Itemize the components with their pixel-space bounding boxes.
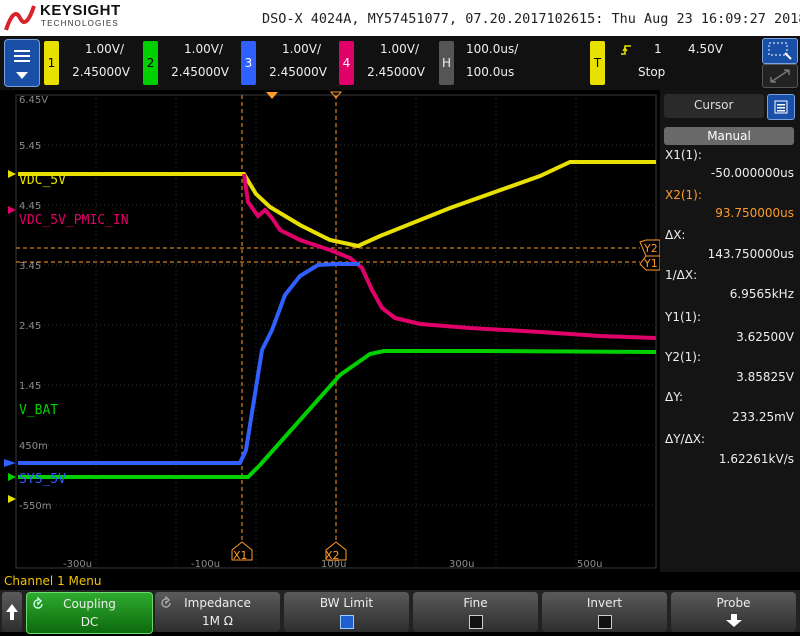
y2-value: 3.85825V: [736, 370, 794, 384]
channel-2-scale: 1.00V/: [184, 42, 223, 56]
invert-checkbox[interactable]: [597, 614, 612, 629]
softkey-bar: Coupling DC Impedance 1M Ω BW Limit Fine…: [0, 590, 800, 634]
channel-4-badge[interactable]: 4: [339, 41, 354, 85]
pinch-zoom-icon: [770, 69, 790, 83]
submenu-arrow-icon: [725, 614, 742, 627]
channel-3-badge[interactable]: 3: [241, 41, 256, 85]
y-tick-label: 5.45: [19, 141, 41, 152]
inv-delta-x-value: 6.9565kHz: [729, 287, 794, 301]
y2-label: Y2(1):: [665, 350, 702, 364]
channel-4-offset: 2.45000V: [367, 65, 425, 79]
channel-2-badge[interactable]: 2: [143, 41, 158, 85]
selection-box-icon: [768, 42, 792, 60]
control-bar: 1 1.00V/ 2.45000V 2 1.00V/ 2.45000V 3 1.…: [0, 36, 800, 90]
channel-2-offset: 2.45000V: [171, 65, 229, 79]
brand-name: KEYSIGHT: [40, 2, 121, 19]
rising-edge-icon: [621, 45, 631, 55]
x-tick-label: 500u: [577, 559, 602, 570]
waveform-display[interactable]: 6.45V 5.45 4.45 3.45 2.45 1.45 450m -550…: [0, 90, 660, 572]
main-menu-button[interactable]: [4, 39, 40, 87]
channel-3-scale: 1.00V/: [282, 42, 321, 56]
back-button[interactable]: [2, 592, 22, 632]
channel-1-scale: 1.00V/: [85, 42, 124, 56]
probe-softkey[interactable]: Probe: [671, 592, 796, 632]
touch-select-button[interactable]: [762, 38, 798, 64]
cursor-panel: Cursor Manual X1(1): -50.000000us X2(1):…: [660, 90, 800, 572]
title-bar: KEYSIGHT TECHNOLOGIES DSO-X 4024A, MY574…: [0, 0, 800, 36]
horizontal-scale: 100.0us/: [466, 42, 519, 56]
fine-checkbox[interactable]: [468, 614, 483, 629]
cursor-x2-marker[interactable]: X2: [325, 549, 340, 562]
channel-1-badge[interactable]: 1: [44, 41, 59, 85]
menu-icon: [14, 50, 30, 79]
delta-y-label: ΔY:: [665, 390, 683, 404]
y-tick-label: 3.45: [19, 261, 41, 272]
cursor-y1-marker[interactable]: Y1: [643, 257, 658, 270]
channel-4-label: VDC_5V_PMIC_IN: [19, 213, 129, 228]
trigger-level: 4.50V: [688, 42, 723, 56]
panel-close-button[interactable]: [767, 94, 795, 120]
horizontal-delay: 100.0us: [466, 65, 515, 79]
y1-label: Y1(1):: [665, 310, 702, 324]
x-tick-label: -300u: [63, 559, 92, 570]
cursor-x1-marker[interactable]: X1: [233, 549, 248, 562]
cursor-mode-button[interactable]: Manual: [664, 127, 794, 145]
channel-1-offset: 2.45000V: [72, 65, 130, 79]
channel-1-label: VDC_5V: [19, 173, 66, 188]
y-tick-label: 2.45: [19, 321, 41, 332]
bw-limit-softkey[interactable]: BW Limit: [284, 592, 409, 632]
trigger-source: 1: [654, 42, 662, 56]
bw-limit-checkbox[interactable]: [339, 614, 354, 629]
list-icon: [774, 100, 788, 114]
y-tick-label: 4.45: [19, 201, 41, 212]
inv-delta-x-label: 1/ΔX:: [665, 268, 698, 282]
y-tick-label: 1.45: [19, 381, 41, 392]
instrument-title: DSO-X 4024A, MY57451077, 07.20.201710261…: [262, 11, 800, 27]
x1-label: X1(1):: [665, 148, 702, 162]
trigger-badge[interactable]: T: [590, 41, 605, 85]
delta-y-over-delta-x-label: ΔY/ΔX:: [665, 432, 706, 446]
zoom-gesture-button[interactable]: [762, 64, 798, 88]
menu-title-bar: Channel 1 Menu: [0, 572, 800, 590]
x-tick-label: 300u: [449, 559, 474, 570]
horizontal-badge[interactable]: H: [439, 41, 454, 85]
cursor-y2-marker[interactable]: Y2: [643, 242, 658, 255]
y-tick-label: 450m: [19, 441, 48, 452]
channel-3-offset: 2.45000V: [269, 65, 327, 79]
invert-softkey[interactable]: Invert: [542, 592, 667, 632]
panel-title: Cursor: [694, 98, 734, 112]
delta-x-label: ΔX:: [665, 228, 686, 242]
y-tick-label: -550m: [19, 501, 51, 512]
channel-4-scale: 1.00V/: [380, 42, 419, 56]
arrow-up-icon: [6, 604, 18, 620]
delta-y-value: 233.25mV: [732, 410, 794, 424]
keysight-logo-icon: [4, 5, 36, 31]
channel-3-label: SYS_5V: [19, 472, 66, 487]
x1-value: -50.000000us: [710, 166, 794, 180]
menu-title: Channel 1 Menu: [4, 574, 102, 588]
channel-2-label: V_BAT: [19, 403, 58, 418]
x2-value: 93.750000us: [715, 206, 794, 220]
delta-y-over-delta-x-value: 1.62261kV/s: [718, 452, 794, 466]
y-tick-label: 6.45V: [19, 95, 48, 106]
delta-x-value: 143.750000us: [707, 247, 794, 261]
brand-subtitle: TECHNOLOGIES: [41, 19, 119, 28]
x2-label: X2(1):: [665, 188, 702, 202]
run-status: Stop: [638, 65, 666, 79]
x-tick-label: -100u: [191, 559, 220, 570]
y1-value: 3.62500V: [736, 330, 794, 344]
coupling-softkey[interactable]: Coupling DC: [26, 592, 153, 634]
fine-softkey[interactable]: Fine: [413, 592, 538, 632]
impedance-softkey[interactable]: Impedance 1M Ω: [155, 592, 280, 632]
